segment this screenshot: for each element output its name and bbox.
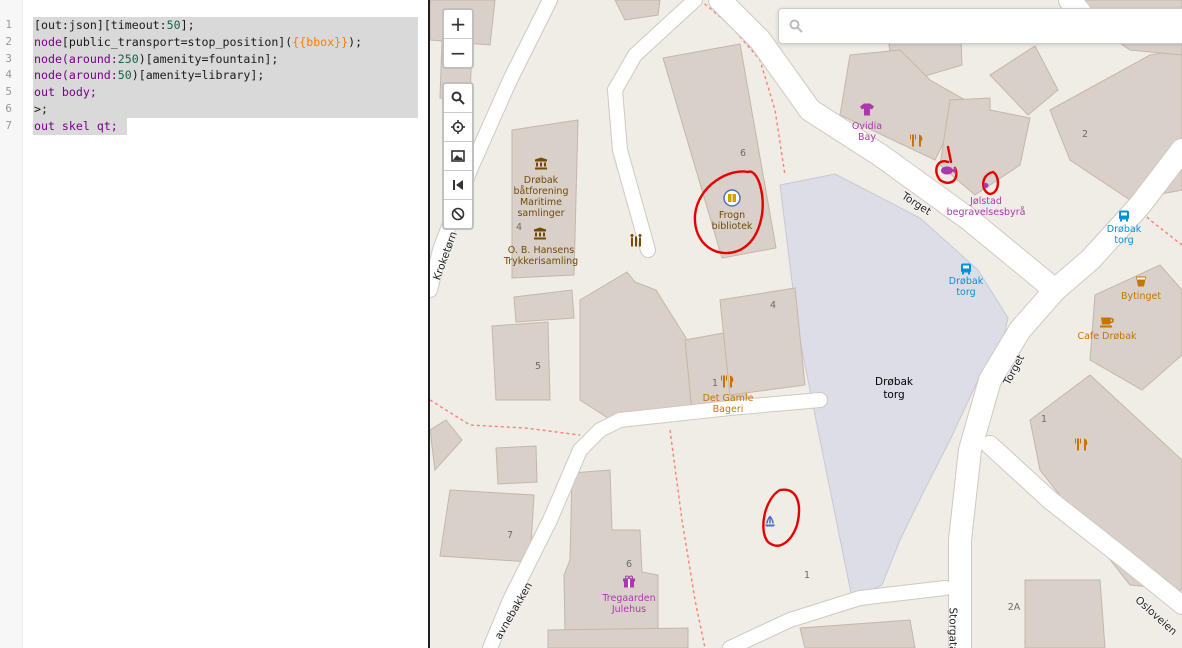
footpath <box>669 429 706 648</box>
zoom-out-button[interactable]: − <box>444 39 472 67</box>
fish-shop-icon[interactable] <box>940 161 956 180</box>
map-view[interactable]: Drøbak båtforening Maritime samlinger O.… <box>430 0 1182 648</box>
layers-button[interactable] <box>444 142 472 171</box>
map-toolbar <box>442 82 474 230</box>
line-number: 2 <box>5 35 12 48</box>
locate-me-button[interactable] <box>444 113 472 142</box>
search-icon <box>451 91 465 105</box>
code-line-6[interactable]: >; <box>34 101 48 118</box>
house-number: 7 <box>506 530 514 541</box>
line-number: 1 <box>5 18 12 31</box>
square-label-drobak-torg: Drøbak torg <box>874 376 914 401</box>
line-number: 6 <box>5 102 12 115</box>
fit-data-button[interactable] <box>444 171 472 200</box>
house-number: 6 <box>739 148 747 159</box>
map-base-layer <box>430 0 1182 648</box>
building <box>579 271 693 419</box>
line-number-gutter: 1 2 3 4 5 6 7 <box>0 0 23 648</box>
building <box>1024 579 1106 648</box>
clothes-shop-icon[interactable] <box>860 101 874 120</box>
street-label-storgata: Storgata <box>946 607 959 648</box>
map-search-input[interactable] <box>809 15 1173 37</box>
line-number: 5 <box>5 85 12 98</box>
poi-label-hansens: O. B. Hansens Trykkerisamling <box>503 245 579 267</box>
image-icon <box>451 150 465 162</box>
building <box>547 627 689 648</box>
fountain-icon[interactable] <box>763 513 777 532</box>
poi-label-bytinget: Bytinget <box>1120 291 1162 302</box>
bus-stop-label: Drøbak torg <box>1106 224 1142 246</box>
code-line-7[interactable]: out skel qt; <box>34 118 118 135</box>
toilets-icon[interactable] <box>629 233 643 252</box>
code-line-5[interactable]: out body; <box>34 84 97 101</box>
restaurant-icon[interactable] <box>1075 437 1089 456</box>
house-number: 1 <box>1040 414 1048 425</box>
search-location-button[interactable] <box>444 84 472 113</box>
code-line-3[interactable]: node(around:250)[amenity=fountain]; <box>34 51 278 68</box>
bus-stop-label: Drøbak torg <box>948 276 984 298</box>
skip-back-icon <box>453 180 463 190</box>
building <box>1029 374 1182 591</box>
gift-shop-icon[interactable] <box>623 573 635 592</box>
crosshair-icon <box>451 120 465 134</box>
poi-label-drobak-batforening: Drøbak båtforening Maritime samlinger <box>513 175 569 219</box>
building <box>989 45 1059 116</box>
building <box>799 619 916 648</box>
block-icon <box>451 207 465 221</box>
building <box>495 445 538 485</box>
toggle-data-button[interactable] <box>444 200 472 228</box>
code-line-4[interactable]: node(around:50)[amenity=library]; <box>34 67 264 84</box>
poi-label-cafe-drobak: Cafe Drøbak <box>1077 331 1137 342</box>
house-number: 2 <box>1081 129 1089 140</box>
funeral-icon[interactable] <box>983 174 989 193</box>
zoom-in-button[interactable]: + <box>444 10 472 39</box>
house-number: 4 <box>769 300 777 311</box>
building <box>614 0 661 21</box>
cafe-icon[interactable] <box>1100 313 1114 332</box>
house-number: 6 <box>625 559 633 570</box>
code-line-1[interactable]: [out:json][timeout:50]; <box>34 17 195 34</box>
house-number: 2A <box>1007 602 1021 613</box>
house-number: 5 <box>534 361 542 372</box>
library-icon[interactable] <box>723 189 741 211</box>
house-number: 1 <box>711 378 719 389</box>
bakery-icon[interactable] <box>721 374 735 393</box>
poi-label-tregaarden: Tregaarden Julehus <box>602 593 656 615</box>
building <box>513 289 575 323</box>
search-icon <box>789 18 803 37</box>
bus-stop-icon[interactable] <box>1119 207 1129 226</box>
line-number: 3 <box>5 52 12 65</box>
building <box>439 489 535 563</box>
museum-icon[interactable] <box>534 155 548 174</box>
line-number: 4 <box>5 68 12 81</box>
restaurant-icon[interactable] <box>910 133 924 152</box>
poi-label-jolstad: Jølstad begravelsesbyrå <box>946 196 1026 218</box>
line-number: 7 <box>5 119 12 132</box>
map-search-box[interactable] <box>778 8 1182 44</box>
code-editor[interactable]: 1 2 3 4 5 6 7 [out:json][timeout:50]; no… <box>0 0 428 648</box>
poi-label-ovidia-bay: Ovidia Bay <box>851 121 883 143</box>
zoom-control: + − <box>442 8 474 69</box>
building <box>491 321 551 401</box>
building <box>430 419 463 472</box>
code-line-2[interactable]: node[public_transport=stop_position]({{b… <box>34 34 362 51</box>
museum-icon[interactable] <box>533 225 547 244</box>
house-number: 4 <box>515 222 523 233</box>
poi-label-frogn-bibliotek: Frogn bibliotek <box>711 210 753 232</box>
pub-icon[interactable] <box>1135 273 1147 292</box>
poi-label-det-gamle-bageri: Det Gamle Bageri <box>702 393 754 415</box>
house-number: 1 <box>803 570 811 581</box>
